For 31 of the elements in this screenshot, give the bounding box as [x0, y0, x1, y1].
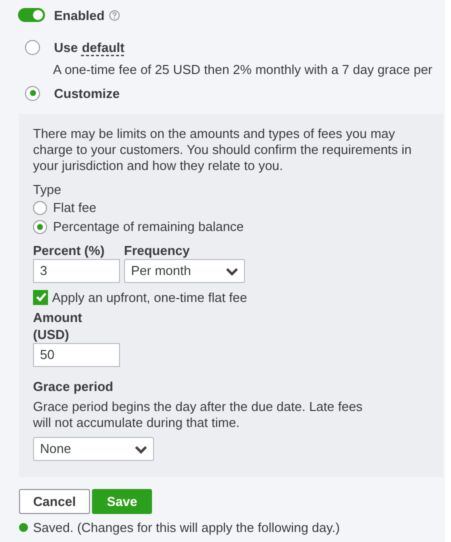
- type-label: Type: [33, 182, 62, 198]
- status-dot-icon: [19, 522, 28, 532]
- field-label: Percent (%): [33, 242, 106, 259]
- percent-field[interactable]: 3: [33, 259, 120, 283]
- toggle-switch[interactable]: [18, 8, 45, 22]
- help-icon[interactable]: [108, 10, 120, 20]
- toggle-label: Enabled: [54, 8, 105, 22]
- frequency-dropdown[interactable]: Per month: [124, 259, 245, 283]
- option-label: Flat fee: [53, 200, 96, 215]
- option-label: Customize: [54, 86, 120, 100]
- radio-button[interactable]: [33, 220, 47, 234]
- section-title: Grace period: [33, 378, 114, 396]
- chevron-icon: [226, 266, 238, 276]
- amount-field[interactable]: 50: [33, 343, 120, 367]
- field-label: Frequency: [124, 242, 191, 259]
- status-text: Saved. (Changes for this will apply the following day.): [33, 520, 340, 534]
- checkbox[interactable]: [33, 290, 48, 304]
- chevron-icon: [135, 444, 147, 454]
- checkbox-label: Apply an upfront, one-time flat fee: [52, 290, 248, 304]
- radio-button[interactable]: [25, 40, 40, 54]
- notice-text: There may be limits on the amounts and types of fees you may charge to your customers. You should confirm the requirements in your jurisdiction and how they relate to you.: [33, 126, 413, 174]
- option-label: Use: [54, 40, 78, 54]
- field-label: Amount (USD): [33, 309, 84, 343]
- grace-description: Grace period begins the day after the due date. Late fees will not accumulate during that time.: [33, 399, 363, 431]
- option-label: Percentage of remaining balance: [53, 219, 244, 234]
- cancel-button[interactable]: Cancel: [19, 489, 90, 514]
- option-description: A one-time fee of 25 USD then 2% monthly with a 7 day grace per: [52, 61, 434, 79]
- default-link[interactable]: default: [82, 40, 124, 54]
- grace-dropdown[interactable]: None: [33, 437, 154, 461]
- radio-button[interactable]: [33, 200, 47, 214]
- radio-button[interactable]: [25, 86, 40, 100]
